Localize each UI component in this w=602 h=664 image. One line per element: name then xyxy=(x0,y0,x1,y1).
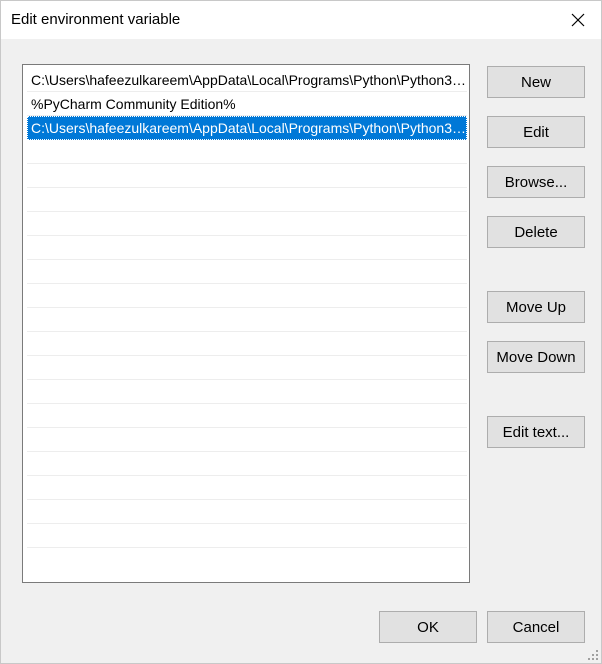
list-item[interactable]: C:\Users\hafeezulkareem\AppData\Local\Pr… xyxy=(27,68,467,92)
list-item-empty[interactable] xyxy=(27,356,467,380)
close-button[interactable] xyxy=(555,1,601,39)
edit-environment-variable-dialog: Edit environment variable C:\Users\hafee… xyxy=(0,0,602,664)
list-item-empty[interactable] xyxy=(27,332,467,356)
list-item-empty[interactable] xyxy=(27,428,467,452)
ok-button[interactable]: OK xyxy=(379,611,477,643)
delete-button[interactable]: Delete xyxy=(487,216,585,248)
list-item-empty[interactable] xyxy=(27,260,467,284)
new-button[interactable]: New xyxy=(487,66,585,98)
list-item-empty[interactable] xyxy=(27,284,467,308)
edit-button[interactable]: Edit xyxy=(487,116,585,148)
list-item-empty[interactable] xyxy=(27,452,467,476)
window-title: Edit environment variable xyxy=(11,11,181,28)
list-item-empty[interactable] xyxy=(27,380,467,404)
list-item-empty[interactable] xyxy=(27,500,467,524)
list-item[interactable]: %PyCharm Community Edition% xyxy=(27,92,467,116)
list-item-empty[interactable] xyxy=(27,140,467,164)
list-item-empty[interactable] xyxy=(27,476,467,500)
list-item-empty[interactable] xyxy=(27,524,467,548)
list-item-selected[interactable]: C:\Users\hafeezulkareem\AppData\Local\Pr… xyxy=(27,116,467,140)
list-item-empty[interactable] xyxy=(27,308,467,332)
edit-text-button[interactable]: Edit text... xyxy=(487,416,585,448)
list-item-empty[interactable] xyxy=(27,188,467,212)
browse-button[interactable]: Browse... xyxy=(487,166,585,198)
list-item-empty[interactable] xyxy=(27,164,467,188)
cancel-button[interactable]: Cancel xyxy=(487,611,585,643)
path-entries-list[interactable]: C:\Users\hafeezulkareem\AppData\Local\Pr… xyxy=(22,64,470,583)
list-item-empty[interactable] xyxy=(27,236,467,260)
list-item-empty[interactable] xyxy=(27,404,467,428)
move-up-button[interactable]: Move Up xyxy=(487,291,585,323)
move-down-button[interactable]: Move Down xyxy=(487,341,585,373)
resize-grip-icon[interactable] xyxy=(587,649,599,661)
title-bar[interactable]: Edit environment variable xyxy=(1,1,601,39)
close-icon xyxy=(571,13,585,27)
list-item-empty[interactable] xyxy=(27,212,467,236)
